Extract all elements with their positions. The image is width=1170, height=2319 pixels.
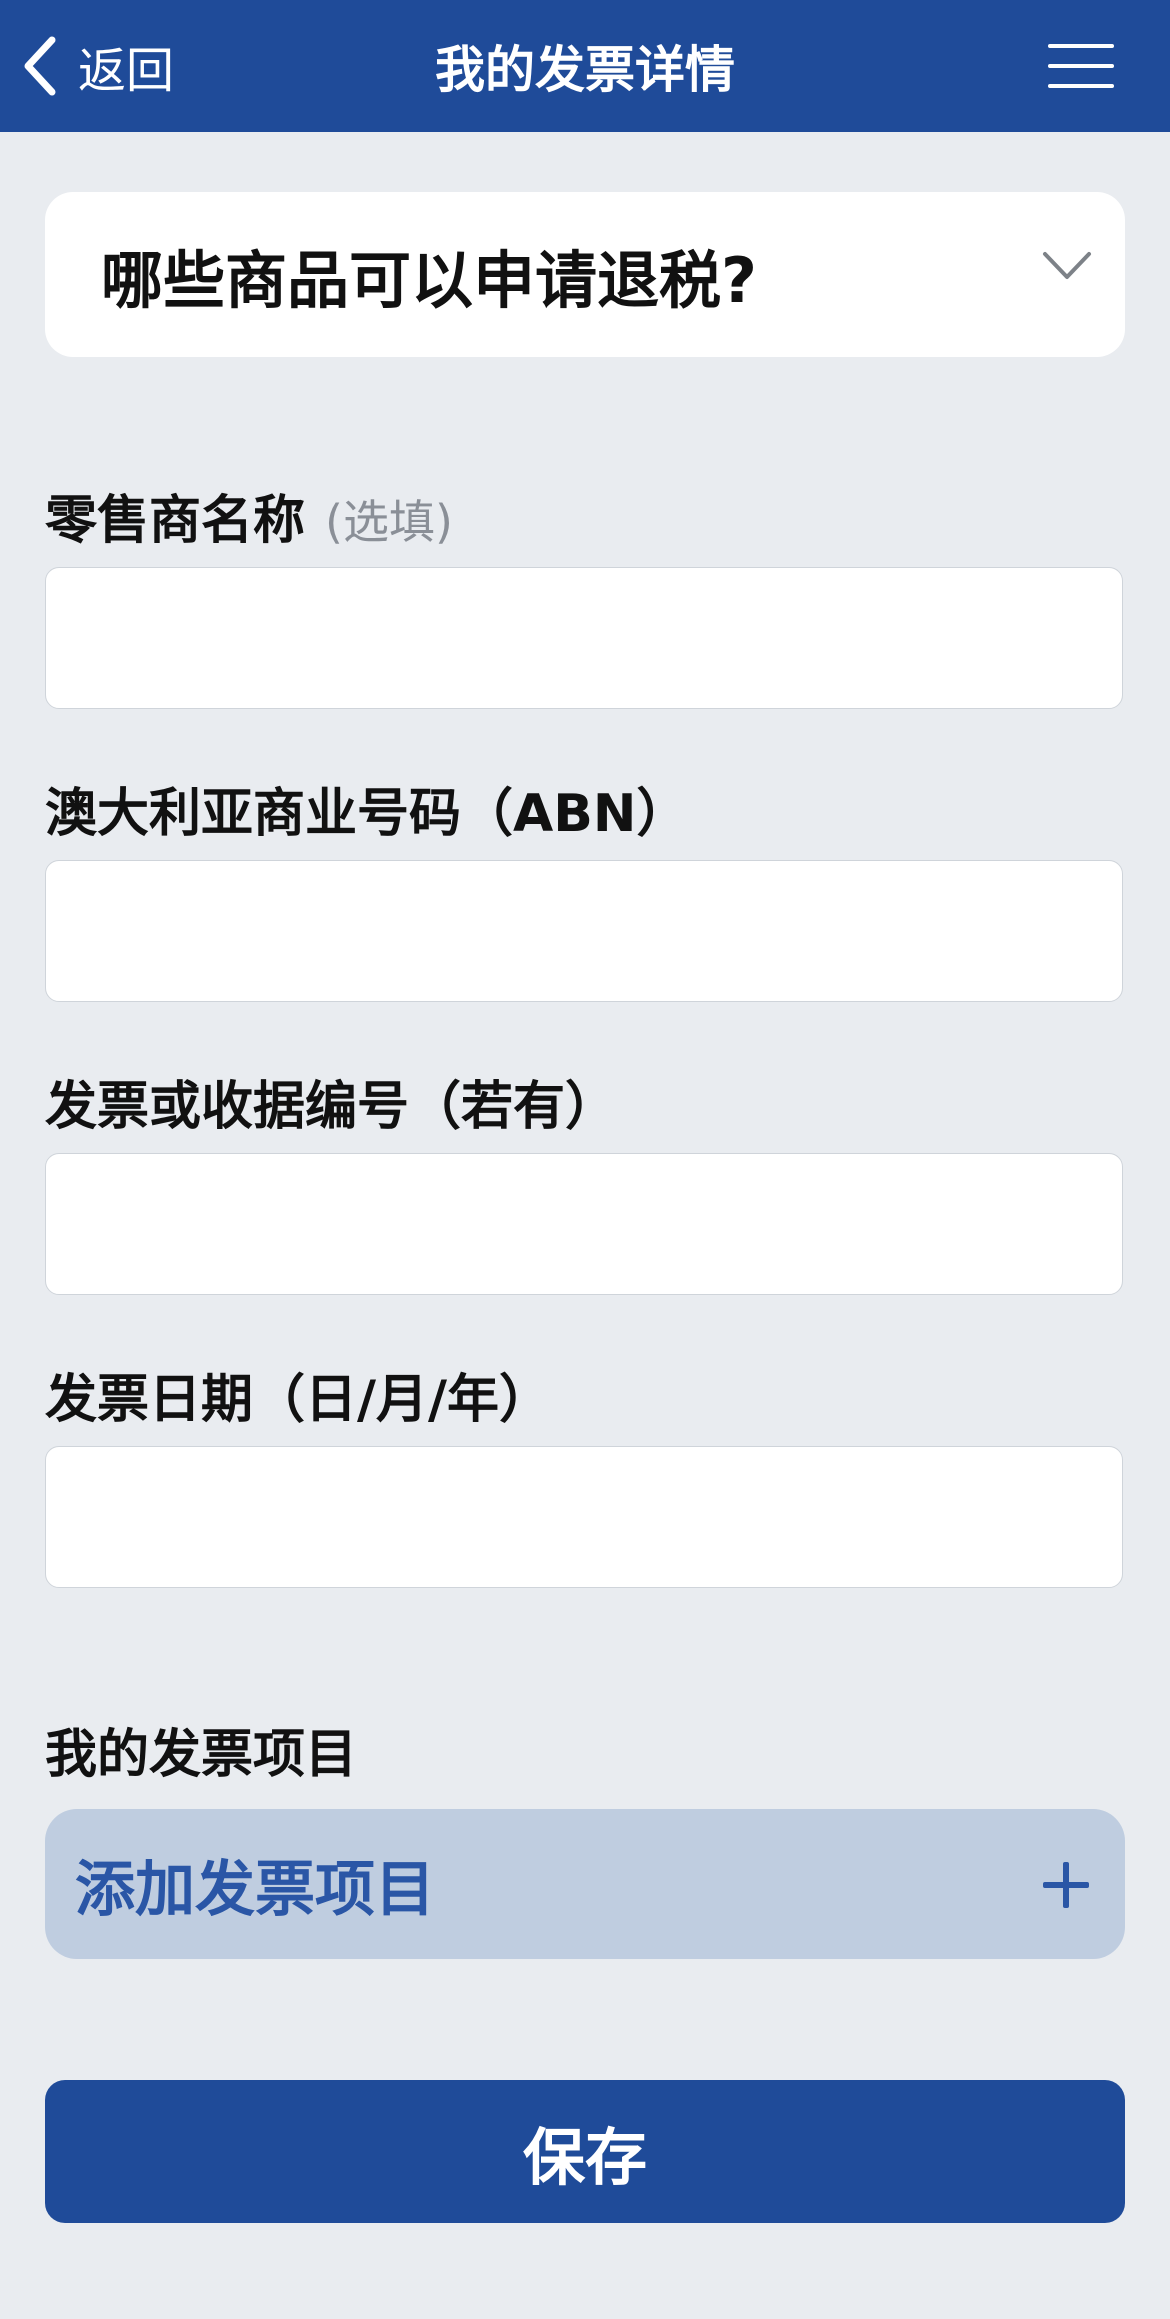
hamburger-menu-icon[interactable] [1048, 44, 1114, 88]
plus-icon [1043, 1862, 1089, 1908]
abn-label: 澳大利亚商业号码（ABN） [45, 784, 689, 844]
invoice-date-label: 发票日期（日/月/年） [45, 1370, 551, 1430]
retailer-name-input[interactable] [45, 567, 1123, 709]
faq-question: 哪些商品可以申请退税? [101, 243, 757, 317]
page-title: 我的发票详情 [435, 41, 735, 99]
chevron-down-icon [1043, 252, 1091, 279]
retailer-name-label-text: 零售商名称 [45, 491, 306, 551]
invoice-number-input[interactable] [45, 1153, 1123, 1295]
app-header: 返回 我的发票详情 [0, 0, 1170, 132]
invoice-number-label: 发票或收据编号（若有） [45, 1077, 618, 1137]
faq-accordion[interactable]: 哪些商品可以申请退税? [45, 192, 1125, 357]
invoice-date-input[interactable] [45, 1446, 1123, 1588]
add-invoice-item-button[interactable]: 添加发票项目 [45, 1809, 1125, 1959]
invoice-items-heading: 我的发票项目 [45, 1725, 358, 1785]
save-button[interactable]: 保存 [45, 2080, 1125, 2223]
add-invoice-item-label: 添加发票项目 [75, 1854, 435, 1925]
abn-input[interactable] [45, 860, 1123, 1002]
optional-hint: (选填) [325, 495, 453, 549]
retailer-name-label: 零售商名称 (选填) [45, 478, 453, 553]
